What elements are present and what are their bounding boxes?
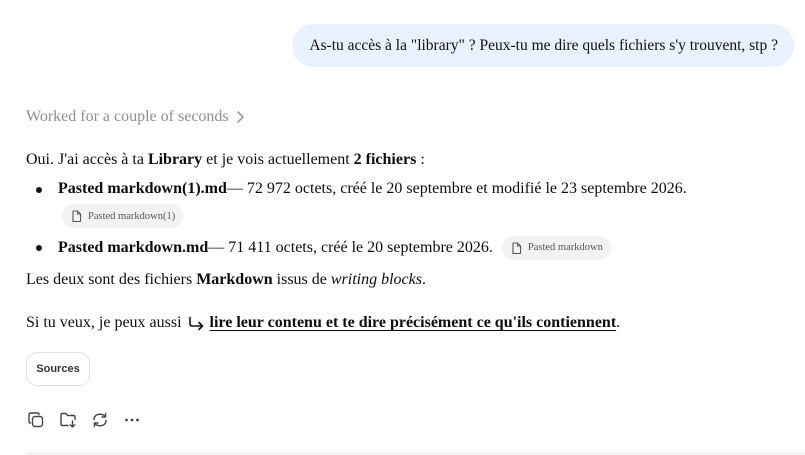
answer-intro: Oui. J'ai accès à ta Library et je vois … [26,149,425,171]
offer-text: Si tu veux, je peux aussi [26,314,182,331]
document-icon [71,209,82,223]
file-chip-label: Pasted markdown(1) [88,210,176,222]
summary-text-suffix: . [421,271,426,288]
save-to-folder-icon [59,411,78,429]
sources-button[interactable]: Sources [26,352,90,386]
worked-label: Worked for a couple of seconds [26,108,229,125]
offer-link[interactable]: lire leur contenu et te dire précisément… [210,312,617,334]
user-message-bubble: As-tu accès à la "library" ? Peux-tu me … [292,24,794,67]
file-chip[interactable]: Pasted markdown(1) [62,204,184,228]
intro-text-middle: et je vois actuellement [202,151,354,168]
regenerate-icon [91,411,109,429]
user-message-text: As-tu accès à la "library" ? Peux-tu me … [309,36,778,54]
save-to-folder-button[interactable] [58,410,78,430]
list-bullet [36,187,42,193]
list-item: Pasted markdown.md — 71 411 octets, créé… [58,236,611,260]
library-label: Library [147,151,203,168]
copy-button[interactable] [26,410,46,430]
intro-text-suffix: : [416,151,425,168]
answer-summary: Les deux sont des fichiers Markdown issu… [26,269,426,291]
return-arrow-icon [188,316,205,331]
document-icon [511,241,522,255]
chat-page: As-tu accès à la "library" ? Peux-tu me … [0,0,805,455]
more-icon [123,411,141,429]
summary-text-middle: issus de [272,271,331,288]
file-count: 2 fichiers [353,151,417,168]
offer-text-suffix: . [616,314,621,331]
more-button[interactable] [122,410,142,430]
chevron-right-icon [235,110,245,124]
file-name: Pasted markdown.md [58,239,209,256]
message-actions [26,410,154,430]
worked-toggle[interactable]: Worked for a couple of seconds [26,108,245,126]
intro-text: Oui. J'ai accès à ta [26,151,148,168]
summary-text: Les deux sont des fichiers [26,271,197,288]
file-chip[interactable]: Pasted markdown [501,236,611,260]
file-type: Markdown [196,271,273,288]
regenerate-button[interactable] [90,410,110,430]
file-details: — 71 411 octets, créé le 20 septembre 20… [208,239,493,256]
divider [26,453,805,454]
list-bullet [36,245,42,251]
file-details: — 72 972 octets, créé le 20 septembre et… [226,180,687,197]
file-name: Pasted markdown(1).md [58,180,227,197]
copy-icon [27,411,45,429]
list-item: Pasted markdown(1).md — 72 972 octets, c… [58,178,687,200]
file-source: writing blocks [330,271,422,288]
answer-offer: Si tu veux, je peux aussi lire leur cont… [26,312,620,334]
file-chip-label: Pasted markdown [527,242,603,253]
